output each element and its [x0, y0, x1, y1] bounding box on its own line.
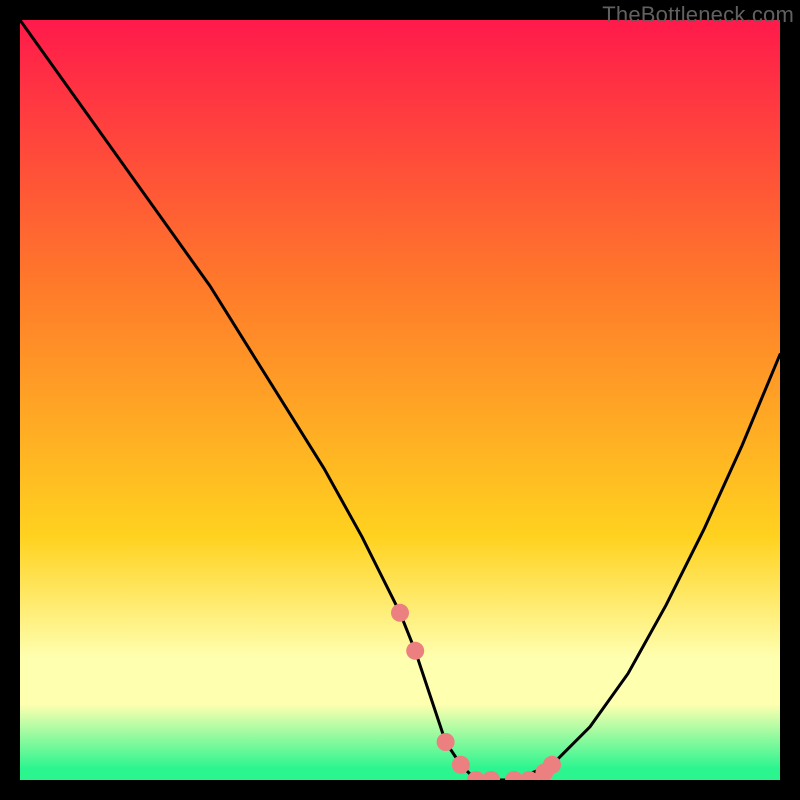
- plot-bg: [20, 20, 780, 780]
- watermark-text: TheBottleneck.com: [602, 2, 794, 28]
- chart-svg: [20, 20, 780, 780]
- curve-marker: [437, 733, 455, 751]
- curve-marker: [452, 756, 470, 774]
- curve-marker: [391, 604, 409, 622]
- chart-frame: TheBottleneck.com: [0, 0, 800, 800]
- curve-marker: [543, 756, 561, 774]
- curve-marker: [406, 642, 424, 660]
- plot-area: [20, 20, 780, 780]
